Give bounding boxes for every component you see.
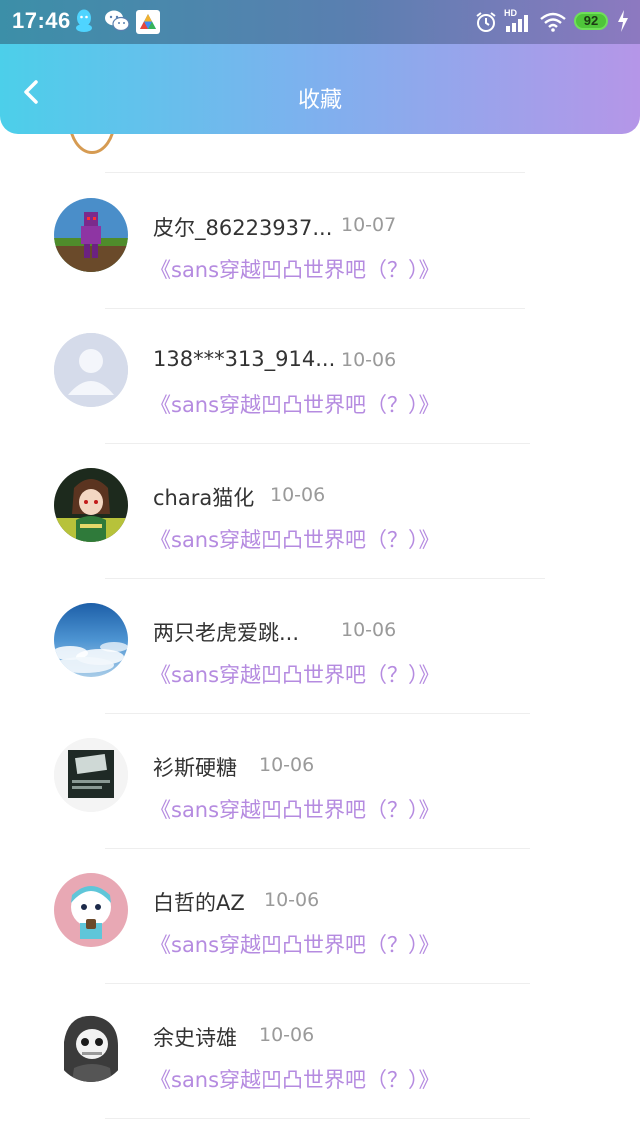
avatar <box>54 738 128 812</box>
user-name: 白哲的AZ <box>153 891 245 915</box>
post-title-link[interactable]: 《sans穿越凹凸世界吧（？）》 <box>150 524 440 554</box>
post-date: 10-06 <box>341 349 397 371</box>
divider <box>105 172 525 173</box>
user-name: 皮尔_86223937... <box>153 216 333 240</box>
post-date: 10-06 <box>341 619 397 641</box>
list-item[interactable]: 衫斯硬糖 10-06 《sans穿越凹凸世界吧（？）》 <box>0 714 640 849</box>
user-name: 两只老虎爱跳... <box>153 621 300 645</box>
alarm-icon <box>476 12 496 32</box>
post-title-link[interactable]: 《sans穿越凹凸世界吧（？）》 <box>150 254 440 284</box>
post-date: 10-06 <box>259 1024 315 1046</box>
page-title: 收藏 <box>297 88 342 113</box>
signal-icon <box>506 15 528 32</box>
post-date: 10-06 <box>270 484 326 506</box>
post-title-link[interactable]: 《sans穿越凹凸世界吧（？）》 <box>150 794 440 824</box>
default-avatar-icon <box>54 333 128 407</box>
avatar <box>68 134 116 154</box>
post-title-link[interactable]: 《sans穿越凹凸世界吧（？）》 <box>150 389 440 419</box>
list-item[interactable]: 138***313_914... 10-06 《sans穿越凹凸世界吧（？）》 <box>0 309 640 444</box>
list-item[interactable]: 余史诗雄 10-06 《sans穿越凹凸世界吧（？）》 <box>0 984 640 1119</box>
post-title-link[interactable]: 《sans穿越凹凸世界吧（？）》 <box>150 929 440 959</box>
post-date: 10-07 <box>341 214 397 236</box>
list-item-partial[interactable] <box>0 134 640 174</box>
avatar <box>54 198 128 272</box>
avatar <box>54 603 128 677</box>
avatar <box>54 468 128 542</box>
qq-icon <box>76 9 92 32</box>
avatar <box>54 1008 128 1082</box>
list-item[interactable]: chara猫化 10-06 《sans穿越凹凸世界吧（？）》 <box>0 444 640 579</box>
battery-indicator: 92 <box>574 12 608 30</box>
user-name: 138***313_914... <box>153 347 336 371</box>
user-name: 衫斯硬糖 <box>153 756 237 780</box>
charging-icon <box>618 10 628 32</box>
nav-header: 收藏 <box>0 44 640 134</box>
avatar <box>54 333 128 407</box>
wechat-icon <box>105 10 130 32</box>
post-date: 10-06 <box>259 754 315 776</box>
post-date: 10-06 <box>264 889 320 911</box>
status-bar: 17:46 HD 92 <box>0 0 640 44</box>
list-item[interactable]: 两只老虎爱跳... 10-06 《sans穿越凹凸世界吧（？）》 <box>0 579 640 714</box>
post-title-link[interactable]: 《sans穿越凹凸世界吧（？）》 <box>150 1064 440 1094</box>
divider <box>105 1118 530 1119</box>
avatar <box>54 873 128 947</box>
status-time: 17:46 <box>12 8 71 33</box>
app-store-icon <box>136 10 160 34</box>
user-name: 余史诗雄 <box>153 1026 237 1050</box>
list-item[interactable]: 白哲的AZ 10-06 《sans穿越凹凸世界吧（？）》 <box>0 849 640 984</box>
wifi-icon <box>540 12 566 32</box>
list-item[interactable]: 皮尔_86223937... 10-07 《sans穿越凹凸世界吧（？）》 <box>0 174 640 309</box>
user-name: chara猫化 <box>153 486 255 510</box>
post-title-link[interactable]: 《sans穿越凹凸世界吧（？）》 <box>150 659 440 689</box>
